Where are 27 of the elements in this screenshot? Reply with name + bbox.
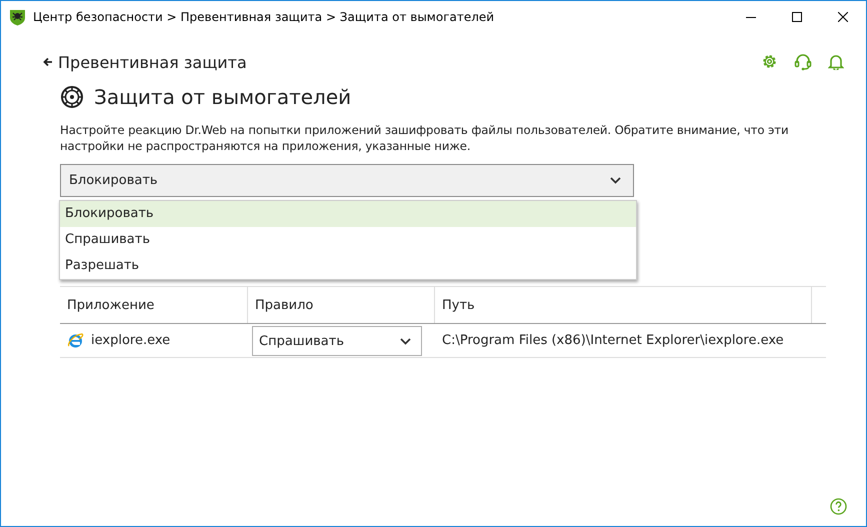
path-cell-text: C:\Program Files (x86)\Internet Explorer\iexplore.exe bbox=[441, 332, 785, 350]
description-text: Настройте реакцию Dr.Web на попытки приложений зашифровать файлы пользователей. Обратите внимание, что эти настройки не распространяются на приложения, указанные ниже. bbox=[60, 122, 790, 154]
action-dropdown[interactable]: Блокировать bbox=[60, 164, 634, 197]
dropdown-option[interactable]: Разрешать bbox=[60, 253, 636, 279]
window-title: Центр безопасности > Превентивная защита > Защита от вымогателей bbox=[33, 10, 496, 24]
help-icon[interactable] bbox=[830, 498, 847, 515]
browser-e-icon bbox=[67, 332, 84, 349]
settings-icon[interactable] bbox=[761, 53, 778, 70]
dropdown-option[interactable]: Блокировать bbox=[60, 201, 636, 227]
application-name: iexplore.exe bbox=[91, 333, 170, 348]
chevron-down-icon bbox=[400, 338, 411, 344]
minimize-icon bbox=[746, 16, 756, 18]
rule-dropdown[interactable]: Спрашивать bbox=[252, 326, 422, 356]
back-arrow-icon bbox=[43, 57, 53, 67]
page-heading: Защита от вымогателей bbox=[94, 85, 352, 109]
column-header: Приложение bbox=[60, 287, 248, 323]
maximize-icon bbox=[792, 12, 802, 22]
dropdown-option[interactable]: Спрашивать bbox=[60, 227, 636, 253]
back-link[interactable]: Превентивная защита bbox=[43, 52, 761, 72]
chevron-down-icon bbox=[610, 177, 621, 184]
bell-icon[interactable] bbox=[828, 53, 844, 70]
column-header: Путь bbox=[435, 287, 812, 323]
close-icon bbox=[838, 12, 848, 22]
app-logo-icon bbox=[9, 8, 26, 26]
target-gear-icon bbox=[60, 85, 84, 109]
column-header: Правило bbox=[248, 287, 435, 323]
headset-icon[interactable] bbox=[794, 53, 812, 71]
